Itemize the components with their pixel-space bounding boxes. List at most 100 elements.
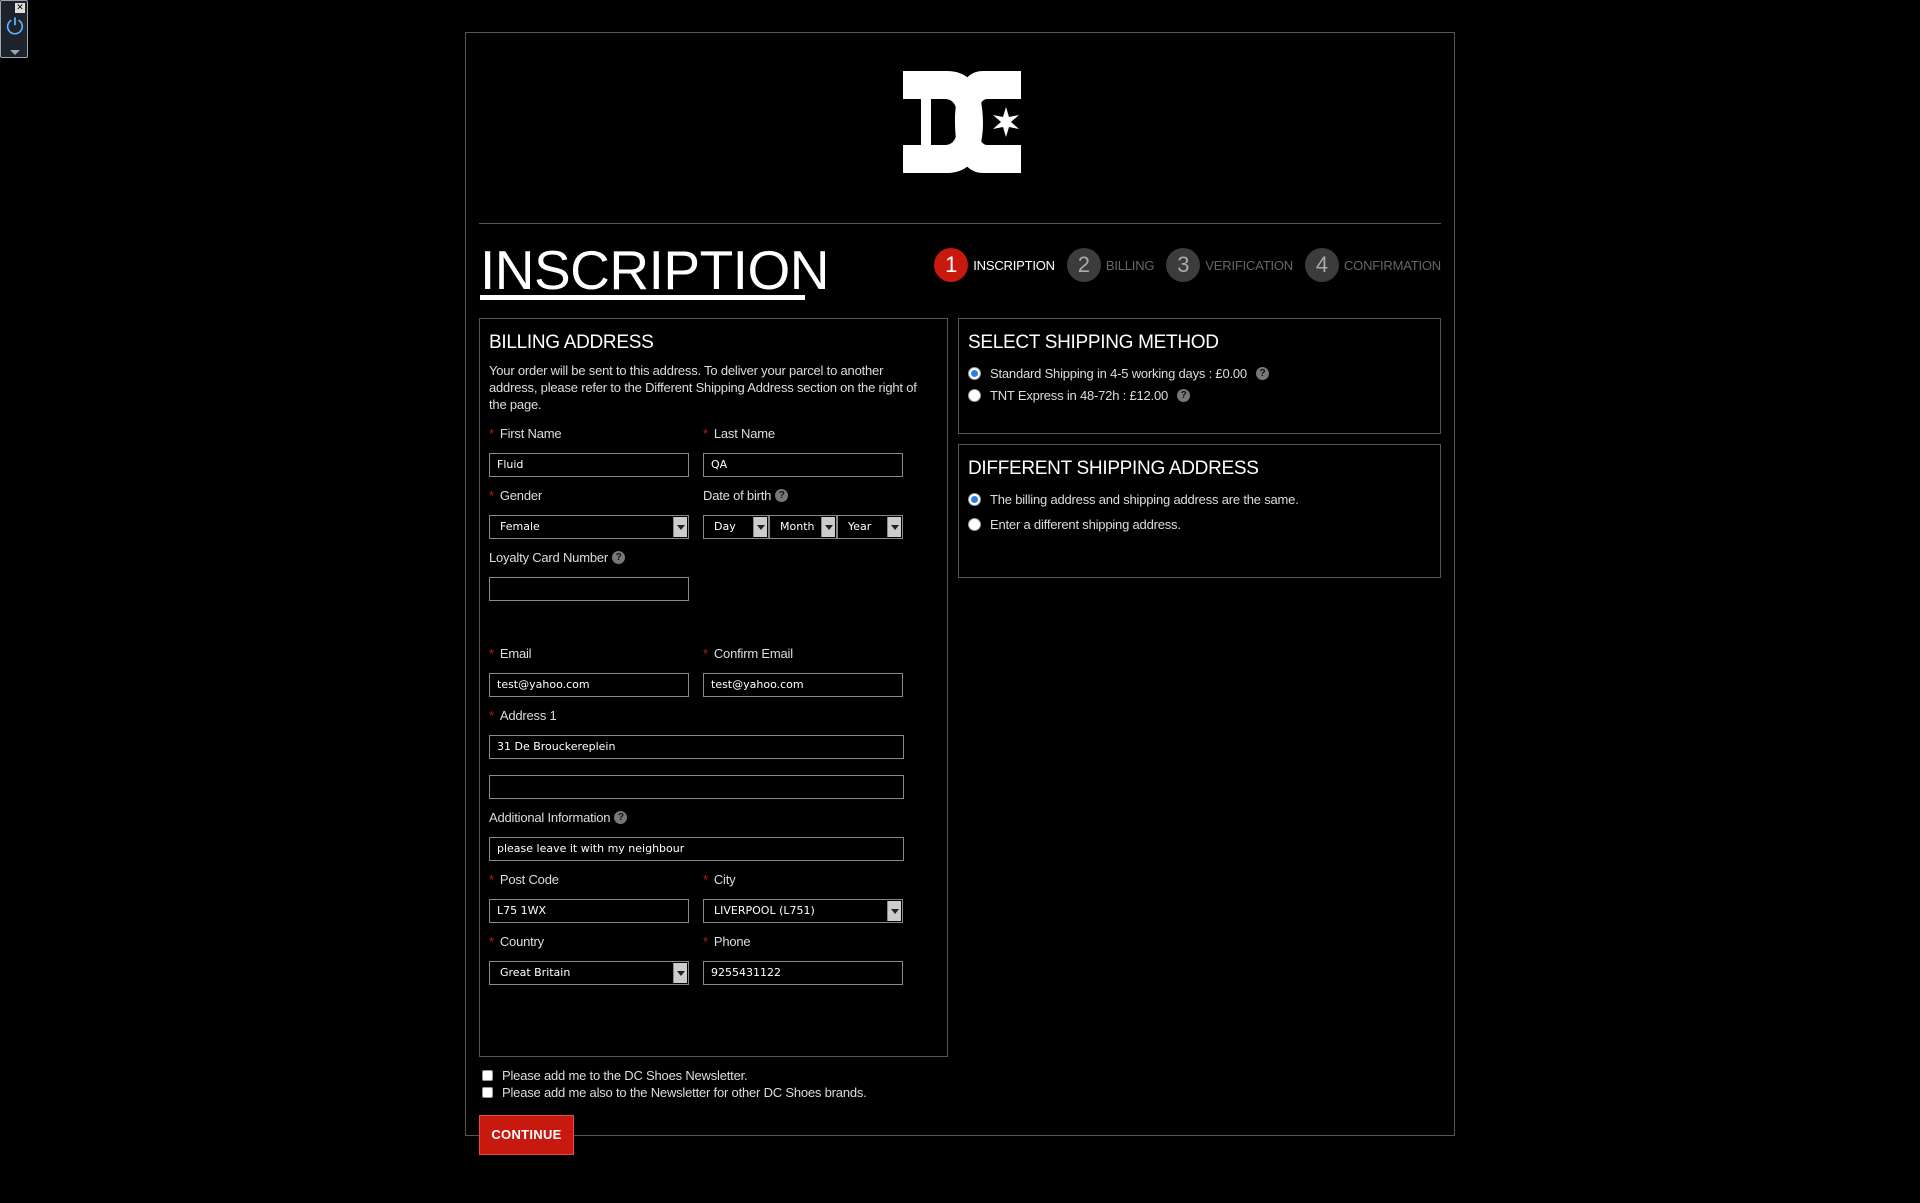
dob-day-select[interactable]: Day xyxy=(703,515,769,539)
first-name-input[interactable]: Fluid xyxy=(489,453,689,477)
billing-address-panel: BILLING ADDRESS Your order will be sent … xyxy=(479,318,948,1057)
required-mark: * xyxy=(703,933,708,949)
checkbox[interactable] xyxy=(482,1070,493,1081)
help-icon[interactable]: ? xyxy=(775,488,789,502)
loyalty-label: Loyalty Card Number? xyxy=(489,549,626,565)
different-address-label: Enter a different shipping address. xyxy=(990,516,1181,532)
radio-button[interactable] xyxy=(968,517,981,531)
radio-button[interactable] xyxy=(968,366,981,380)
step-number: 3 xyxy=(1166,248,1201,282)
newsletter-dc-label: Please add me to the DC Shoes Newsletter… xyxy=(502,1068,748,1083)
required-mark: * xyxy=(489,425,494,441)
required-mark: * xyxy=(703,425,708,441)
label-text: Last Name xyxy=(713,425,775,441)
help-icon[interactable]: ? xyxy=(614,810,628,824)
address1-label: * Address 1 xyxy=(489,707,557,723)
additional-info-label: Additional Information? xyxy=(489,809,628,825)
step-number: 1 xyxy=(934,248,969,282)
chevron-down-icon[interactable] xyxy=(821,517,835,537)
step-number: 2 xyxy=(1066,248,1101,282)
newsletter-options: Please add me to the DC Shoes Newsletter… xyxy=(482,1067,867,1101)
city-label: * City xyxy=(703,871,736,887)
step-label: CONFIRMATION xyxy=(1343,257,1441,273)
radio-button[interactable] xyxy=(968,388,981,402)
required-mark: * xyxy=(489,487,494,503)
confirm-email-input[interactable]: test@yahoo.com xyxy=(703,673,903,697)
checkout-steps: 1 INSCRIPTION 2 BILLING 3 VERIFICATION 4… xyxy=(934,247,1441,283)
shipping-option-label: Standard Shipping in 4-5 working days : … xyxy=(990,365,1247,381)
label-text: Country xyxy=(499,933,544,949)
label-text: Gender xyxy=(499,487,543,503)
step-label: BILLING xyxy=(1105,257,1155,273)
post-code-label: * Post Code xyxy=(489,871,559,887)
different-shipping-panel: DIFFERENT SHIPPING ADDRESS The billing a… xyxy=(958,444,1441,578)
address2-input[interactable] xyxy=(489,775,904,799)
gender-select[interactable]: Female xyxy=(489,515,689,539)
label-text: Confirm Email xyxy=(713,645,793,661)
chevron-down-icon[interactable] xyxy=(753,517,767,537)
chevron-down-icon[interactable] xyxy=(887,901,901,921)
label-text: Phone xyxy=(713,933,751,949)
post-code-input[interactable]: L75 1WX xyxy=(489,899,689,923)
required-mark: * xyxy=(489,871,494,887)
checkout-container: DC INSCRIPTION 1 INSCRIPTION 2 BILLING 3… xyxy=(465,32,1455,1155)
dob-day-value: Day xyxy=(714,520,736,533)
radio-button[interactable] xyxy=(968,492,981,506)
label-text: Email xyxy=(499,645,532,661)
help-icon[interactable]: ? xyxy=(612,550,626,564)
step-label: VERIFICATION xyxy=(1205,257,1293,273)
label-text: Loyalty Card Number xyxy=(489,549,609,565)
city-select[interactable]: LIVERPOOL (L751) xyxy=(703,899,903,923)
gender-value: Female xyxy=(500,520,540,533)
dob-month-select[interactable]: Month xyxy=(769,515,837,539)
phone-input[interactable]: 9255431122 xyxy=(703,961,903,985)
country-label: * Country xyxy=(489,933,544,949)
dob-year-value: Year xyxy=(848,520,872,533)
label-text: City xyxy=(713,871,736,887)
chevron-down-icon[interactable] xyxy=(673,963,687,983)
shipping-option-label: TNT Express in 48-72h : £12.00 xyxy=(990,387,1169,403)
required-mark: * xyxy=(703,871,708,887)
chevron-down-icon[interactable] xyxy=(887,517,901,537)
dc-shoes-logo[interactable]: DC xyxy=(903,71,1021,173)
different-address-option[interactable]: Enter a different shipping address. xyxy=(968,513,1431,535)
dob-year-select[interactable]: Year xyxy=(837,515,903,539)
loyalty-card-input[interactable] xyxy=(489,577,689,601)
chevron-down-icon[interactable] xyxy=(10,50,20,55)
label-text: Post Code xyxy=(499,871,559,887)
shipping-option-standard[interactable]: Standard Shipping in 4-5 working days : … xyxy=(968,362,1431,384)
newsletter-dc[interactable]: Please add me to the DC Shoes Newsletter… xyxy=(482,1067,867,1084)
help-icon[interactable]: ? xyxy=(1255,366,1269,380)
additional-info-input[interactable]: please leave it with my neighbour xyxy=(489,837,904,861)
power-icon[interactable]: ⏻ xyxy=(3,15,27,41)
page-title: INSCRIPTION xyxy=(480,239,829,301)
newsletter-others[interactable]: Please add me also to the Newsletter for… xyxy=(482,1084,867,1101)
continue-button[interactable]: CONTINUE xyxy=(479,1115,574,1155)
gender-label: * Gender xyxy=(489,487,542,503)
label-text: First Name xyxy=(499,425,562,441)
email-input[interactable]: test@yahoo.com xyxy=(489,673,689,697)
required-mark: * xyxy=(489,707,494,723)
phone-label: * Phone xyxy=(703,933,751,949)
email-label: * Email xyxy=(489,645,532,661)
header-divider xyxy=(479,223,1441,224)
last-name-input[interactable]: QA xyxy=(703,453,903,477)
same-address-option[interactable]: The billing address and shipping address… xyxy=(968,488,1431,510)
address1-input[interactable]: 31 De Brouckereplein xyxy=(489,735,904,759)
chevron-down-icon[interactable] xyxy=(673,517,687,537)
title-underline xyxy=(480,295,805,300)
close-icon[interactable]: ✕ xyxy=(15,3,25,13)
step-inscription: 1 INSCRIPTION xyxy=(934,248,1055,282)
power-widget[interactable]: ✕ ⏻ xyxy=(0,0,28,58)
country-value: Great Britain xyxy=(500,966,571,979)
dob-label: Date of birth? xyxy=(703,487,789,503)
shipping-method-panel: SELECT SHIPPING METHOD Standard Shipping… xyxy=(958,318,1441,434)
same-address-label: The billing address and shipping address… xyxy=(990,491,1299,507)
country-select[interactable]: Great Britain xyxy=(489,961,689,985)
help-icon[interactable]: ? xyxy=(1177,388,1191,402)
step-confirmation: 4 CONFIRMATION xyxy=(1304,248,1441,282)
shipping-method-title: SELECT SHIPPING METHOD xyxy=(968,332,1219,353)
checkbox[interactable] xyxy=(482,1087,493,1098)
step-number: 4 xyxy=(1304,248,1339,282)
shipping-option-tnt[interactable]: TNT Express in 48-72h : £12.00 ? xyxy=(968,384,1431,406)
